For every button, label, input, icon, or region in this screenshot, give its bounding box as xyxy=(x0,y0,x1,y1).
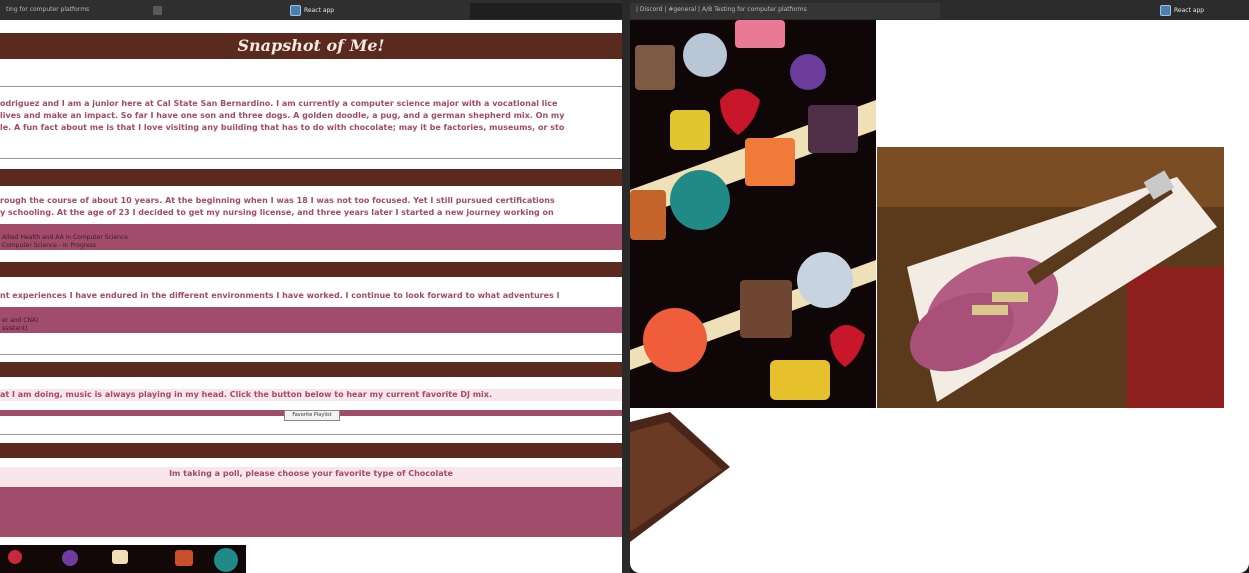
poll-banner xyxy=(0,443,622,458)
right-tab-bar: | Discord | #general | A/B Testing for c… xyxy=(630,0,1249,20)
divider xyxy=(0,158,622,159)
experience-banner xyxy=(0,262,622,277)
intro-line-1: odriguez and I am a junior here at Cal S… xyxy=(0,99,558,108)
page-title: Snapshot of Me! xyxy=(237,36,385,55)
window-divider[interactable] xyxy=(622,0,630,573)
right-app-title[interactable]: React app xyxy=(1160,5,1205,16)
right-app-title-label: React app xyxy=(1174,7,1205,14)
degree-1: Allied Health and AA in Computer Science xyxy=(2,234,128,241)
tray-thumb xyxy=(112,550,128,564)
chocolate-box-image xyxy=(630,20,876,408)
sq-thumb xyxy=(175,550,193,566)
divider xyxy=(0,354,622,355)
job-1: er and CNA) xyxy=(2,317,39,324)
left-browser-tab[interactable]: ting for computer platforms xyxy=(0,3,156,17)
react-app-icon xyxy=(290,5,301,16)
poll-question: Im taking a poll, please choose your fav… xyxy=(169,469,453,478)
right-browser-window: | Discord | #general | A/B Testing for c… xyxy=(630,0,1249,573)
music-line: at I am doing, music is always playing i… xyxy=(0,390,492,399)
guitar-cake-image xyxy=(877,147,1224,408)
intro-line-3: le. A fun fact about me is that I love v… xyxy=(0,123,565,132)
left-app-title-label: React app xyxy=(304,7,335,14)
education-line-1: rough the course of about 10 years. At t… xyxy=(0,196,555,205)
intro-line-2: lives and make an impact. So far I have … xyxy=(0,111,565,120)
left-browser-window: ting for computer platforms React app Sn… xyxy=(0,0,622,573)
flower-truffle-thumb xyxy=(62,550,78,566)
music-banner xyxy=(0,362,622,377)
degree-2: Computer Science - In Progress xyxy=(2,242,97,249)
divider xyxy=(0,434,622,435)
snapshot-page: Snapshot of Me! odriguez and I am a juni… xyxy=(0,20,622,573)
teal-truffle-thumb xyxy=(214,548,238,572)
tab-strip-blank xyxy=(470,3,622,19)
education-banner xyxy=(0,169,622,186)
right-browser-tab[interactable]: | Discord | #general | A/B Testing for c… xyxy=(630,3,936,17)
divider xyxy=(0,86,622,87)
jobs-band xyxy=(0,307,622,333)
left-tab-bar: ting for computer platforms React app xyxy=(0,0,622,20)
experience-line: nt experiences I have endured in the dif… xyxy=(0,291,560,300)
tab-close-icon[interactable] xyxy=(153,6,162,15)
favorite-playlist-button[interactable]: Favorite Playlist xyxy=(284,410,340,421)
education-line-2: y schooling. At the age of 23 I decided … xyxy=(0,208,554,217)
chocolate-bar-image xyxy=(630,412,730,542)
react-app-icon xyxy=(1160,5,1171,16)
truffle-thumb xyxy=(8,550,22,564)
poll-options-area[interactable] xyxy=(0,487,622,537)
job-2: ssistant) xyxy=(2,325,28,332)
left-app-title[interactable]: React app xyxy=(290,5,335,16)
